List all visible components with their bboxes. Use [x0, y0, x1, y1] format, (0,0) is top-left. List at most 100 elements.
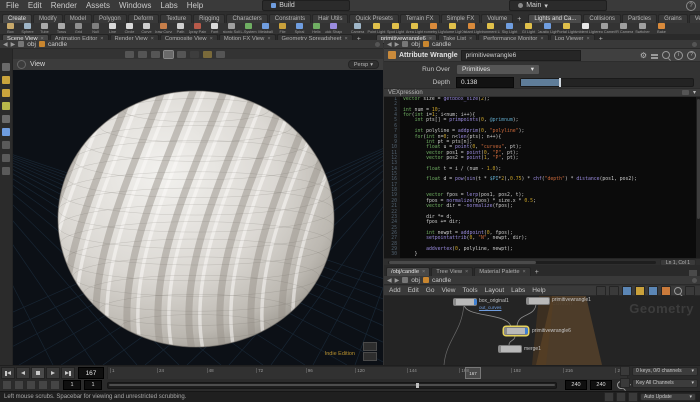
- close-icon[interactable]: ×: [465, 269, 468, 275]
- shelf-tool[interactable]: Line: [104, 23, 121, 34]
- shelf-tool[interactable]: Platonic Solids: [223, 23, 240, 34]
- refresh-icon[interactable]: [628, 392, 638, 402]
- back-button[interactable]: ◀: [387, 277, 392, 284]
- forward-button[interactable]: ▶: [395, 277, 400, 284]
- lasso-tool-icon[interactable]: [138, 51, 147, 58]
- breadcrumb-root[interactable]: obj: [411, 41, 420, 48]
- frame-range-slider[interactable]: [107, 382, 557, 389]
- shelf-tool[interactable]: Quick Shapes: [325, 23, 342, 34]
- grid-snap-icon[interactable]: [609, 286, 619, 296]
- viewport-snapshot-button[interactable]: [363, 352, 377, 361]
- breadcrumb-node[interactable]: candle: [432, 41, 451, 48]
- depth-slider[interactable]: [520, 78, 694, 87]
- node-primitivewrangle1[interactable]: [526, 297, 550, 305]
- shelf-tool[interactable]: Box: [2, 23, 19, 34]
- pin-icon[interactable]: [692, 42, 697, 47]
- shelf-tool[interactable]: Sky Light: [500, 23, 519, 34]
- go-to-start-button[interactable]: [1, 367, 15, 379]
- menu-item[interactable]: Windows: [119, 1, 151, 10]
- shelf-tool[interactable]: Metaball: [257, 23, 274, 34]
- range-start-field[interactable]: 1: [63, 380, 81, 390]
- network-menu-item[interactable]: Layout: [485, 287, 505, 294]
- snap-tool-icon[interactable]: [177, 51, 186, 58]
- shelf-tab[interactable]: Grains: [658, 14, 688, 23]
- forward-button[interactable]: ▶: [395, 41, 400, 48]
- shelf-tool[interactable]: Bake: [652, 23, 671, 34]
- color-palette-icon[interactable]: [622, 286, 632, 296]
- expand-editor-icon[interactable]: [682, 90, 689, 95]
- keys-info-dropdown[interactable]: 0 keys, 0/0 channels ▾: [632, 367, 698, 376]
- sticky-note-icon[interactable]: [661, 286, 671, 296]
- keyframe-options-icon[interactable]: [26, 380, 36, 390]
- key-all-channels-dropdown[interactable]: Key All Channels ▾: [632, 379, 698, 388]
- rotate-tool-icon[interactable]: [2, 154, 10, 162]
- viewport-tab-label[interactable]: View: [30, 61, 45, 68]
- shelf-tool[interactable]: Circle: [121, 23, 138, 34]
- take-selector[interactable]: Main ▾: [509, 0, 607, 11]
- shelf-tool[interactable]: Sphere: [19, 23, 36, 34]
- channel-icon[interactable]: [620, 378, 630, 388]
- dynamics-mode-icon[interactable]: [2, 102, 10, 110]
- translate-tool-icon[interactable]: [2, 141, 10, 149]
- shelf-tab[interactable]: Polygon: [93, 14, 127, 23]
- menu-item[interactable]: Assets: [86, 1, 110, 10]
- objects-mode-icon[interactable]: [2, 76, 10, 84]
- breadcrumb-node[interactable]: candle: [432, 277, 451, 284]
- wrench-icon[interactable]: [596, 286, 606, 296]
- help-icon[interactable]: ?: [687, 51, 696, 60]
- memory-icon[interactable]: [604, 392, 614, 402]
- find-node-icon[interactable]: [674, 287, 682, 295]
- shelf-tab[interactable]: Simple FX: [441, 14, 481, 23]
- overview-map-icon[interactable]: [685, 286, 695, 296]
- add-pane-tab-button[interactable]: +: [532, 269, 542, 276]
- prev-frame-button[interactable]: [16, 367, 30, 379]
- network-box-icon[interactable]: [648, 286, 658, 296]
- menu-item[interactable]: Edit: [28, 1, 42, 10]
- shelf-tool[interactable]: L-System: [240, 23, 257, 34]
- network-menu-item[interactable]: Go: [426, 287, 435, 294]
- stop-button[interactable]: [31, 367, 45, 379]
- auto-update-dropdown[interactable]: Auto Update ▾: [640, 393, 696, 401]
- shelf-tab[interactable]: Deform: [128, 14, 160, 23]
- brush-tool-icon[interactable]: [151, 51, 160, 58]
- display-flag[interactable]: [474, 299, 477, 305]
- shelf-tool[interactable]: Null: [87, 23, 104, 34]
- depth-input[interactable]: 0.138: [456, 77, 514, 88]
- tool-pointer-icon[interactable]: [2, 63, 10, 71]
- shelf-tab[interactable]: Collisions: [583, 14, 621, 23]
- desktop-selector[interactable]: Build: [262, 0, 350, 11]
- forward-button[interactable]: ▶: [11, 41, 16, 48]
- shelf-tool[interactable]: Area Light: [405, 23, 424, 34]
- scene-viewport[interactable]: Indie Edition: [13, 70, 383, 365]
- audio-toggle-icon[interactable]: [14, 380, 24, 390]
- secure-selection-icon[interactable]: [190, 51, 199, 58]
- menu-item[interactable]: Render: [51, 1, 77, 10]
- breadcrumb-root[interactable]: obj: [411, 277, 420, 284]
- camera-selector[interactable]: Persp ▾: [348, 60, 379, 69]
- play-button[interactable]: [46, 367, 60, 379]
- network-editor[interactable]: Geometry Indie Edition box_original1 out…: [384, 296, 700, 365]
- menu-item[interactable]: Help: [187, 1, 203, 10]
- playback-start-field[interactable]: 1: [84, 380, 102, 390]
- display-flag[interactable]: [525, 328, 528, 334]
- menu-item[interactable]: File: [6, 1, 19, 10]
- network-menu-item[interactable]: Help: [532, 287, 545, 294]
- shape-palette-icon[interactable]: [635, 286, 645, 296]
- shelf-tab[interactable]: Rigging: [193, 14, 225, 23]
- pin-icon[interactable]: [375, 42, 380, 47]
- shelf-tool[interactable]: Draw Curve: [155, 23, 172, 34]
- shelf-tool[interactable]: Spray Paint: [189, 23, 206, 34]
- help-button[interactable]: ?: [686, 1, 696, 11]
- pin-icon[interactable]: [692, 278, 697, 283]
- shelf-tab[interactable]: Quick Presets: [349, 14, 398, 23]
- shelf-tool[interactable]: Helix: [308, 23, 325, 34]
- shelf-tab[interactable]: Lights and Ca...: [528, 14, 582, 23]
- shelf-tool[interactable]: Torus: [53, 23, 70, 34]
- menu-item[interactable]: Labs: [160, 1, 177, 10]
- select-tool-icon[interactable]: [125, 51, 134, 58]
- shelf-tool[interactable]: Portal Light: [557, 23, 576, 34]
- shelf-tool[interactable]: Spot Light: [386, 23, 405, 34]
- info-icon[interactable]: i: [674, 51, 683, 60]
- close-icon[interactable]: ×: [523, 269, 526, 275]
- info-tool-icon[interactable]: [2, 128, 10, 136]
